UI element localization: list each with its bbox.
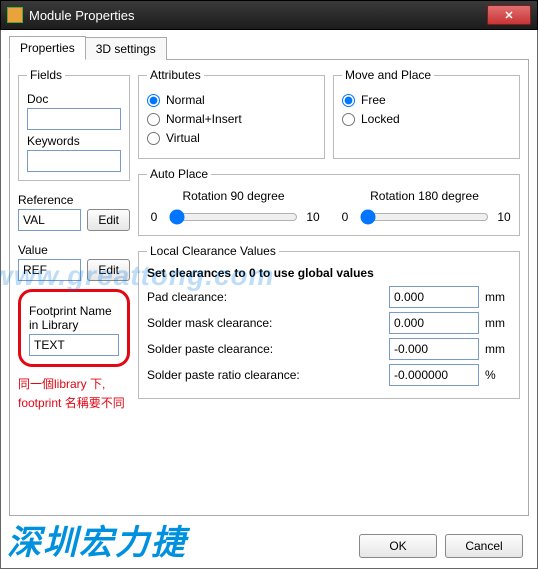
reference-edit-button[interactable]: Edit <box>87 209 130 231</box>
footprint-name-label: Footprint Name in Library <box>29 304 119 332</box>
clr-paste-input[interactable] <box>389 338 479 360</box>
tab-properties[interactable]: Properties <box>9 36 86 60</box>
attr-normal-input[interactable] <box>147 94 160 107</box>
attributes-legend: Attributes <box>147 68 204 82</box>
mp-locked-input[interactable] <box>342 113 355 126</box>
attr-normal-insert-label: Normal+Insert <box>166 112 242 126</box>
tab-bar: Properties 3D settings <box>9 36 529 60</box>
rot180-max: 10 <box>497 210 511 224</box>
attr-normal-insert-input[interactable] <box>147 113 160 126</box>
keywords-input[interactable] <box>27 150 121 172</box>
clr-row-paste: Solder paste clearance: mm <box>147 338 511 360</box>
autoplace-group: Auto Place Rotation 90 degree 0 10 Rotat… <box>138 167 520 236</box>
rot90-min: 0 <box>147 210 161 224</box>
annotation-text: 同一個library 下, footprint 名稱要不同 <box>18 375 130 413</box>
annotation-line2: footprint 名稱要不同 <box>18 394 130 413</box>
keywords-label: Keywords <box>27 134 121 148</box>
attr-virtual-label: Virtual <box>166 131 200 145</box>
cancel-button[interactable]: Cancel <box>445 534 523 558</box>
footprint-highlight-box: Footprint Name in Library <box>18 289 130 367</box>
clearance-hint: Set clearances to 0 to use global values <box>147 266 511 280</box>
close-button[interactable]: ✕ <box>487 5 531 25</box>
clr-row-mask: Solder mask clearance: mm <box>147 312 511 334</box>
value-block: Value Edit <box>18 239 130 281</box>
reference-block: Reference Edit <box>18 189 130 231</box>
reference-input[interactable] <box>18 209 81 231</box>
clearance-legend: Local Clearance Values <box>147 244 279 258</box>
client-area: Properties 3D settings Fields Doc Keywor… <box>0 30 538 569</box>
watermark-cn: 深圳宏力捷 <box>7 515 187 564</box>
value-input[interactable] <box>18 259 81 281</box>
clr-pasteratio-label: Solder paste ratio clearance: <box>147 368 383 382</box>
tab-3d-settings[interactable]: 3D settings <box>85 37 167 60</box>
annotation-line1: 同一個library 下, <box>18 375 130 394</box>
dialog-buttons: OK Cancel <box>359 534 523 558</box>
fields-legend: Fields <box>27 68 65 82</box>
rot90-block: Rotation 90 degree 0 10 <box>147 189 320 227</box>
rot90-slider[interactable] <box>169 209 298 225</box>
titlebar: Module Properties ✕ <box>0 0 538 30</box>
rot90-max: 10 <box>306 210 320 224</box>
clr-pasteratio-unit: % <box>485 368 511 382</box>
window-buttons: ✕ <box>487 5 531 25</box>
clr-pad-input[interactable] <box>389 286 479 308</box>
attributes-group: Attributes Normal Normal+Insert Virtual <box>138 68 325 159</box>
window-title: Module Properties <box>29 8 487 23</box>
rot180-min: 0 <box>338 210 352 224</box>
clr-row-pad: Pad clearance: mm <box>147 286 511 308</box>
attr-normal-insert-radio[interactable]: Normal+Insert <box>147 112 316 126</box>
clr-mask-label: Solder mask clearance: <box>147 316 383 330</box>
mp-locked-label: Locked <box>361 112 400 126</box>
clr-pad-unit: mm <box>485 290 511 304</box>
app-icon <box>7 7 23 23</box>
rot180-block: Rotation 180 degree 0 10 <box>338 189 511 227</box>
move-place-group: Move and Place Free Locked <box>333 68 520 159</box>
attr-normal-label: Normal <box>166 93 205 107</box>
mp-free-label: Free <box>361 93 386 107</box>
attr-normal-radio[interactable]: Normal <box>147 93 316 107</box>
move-place-legend: Move and Place <box>342 68 434 82</box>
mp-locked-radio[interactable]: Locked <box>342 112 511 126</box>
ok-button[interactable]: OK <box>359 534 437 558</box>
clr-paste-unit: mm <box>485 342 511 356</box>
value-label: Value <box>18 243 130 257</box>
top-row: Attributes Normal Normal+Insert Virtual <box>138 68 520 159</box>
attr-virtual-input[interactable] <box>147 132 160 145</box>
attr-virtual-radio[interactable]: Virtual <box>147 131 316 145</box>
doc-label: Doc <box>27 92 121 106</box>
value-edit-button[interactable]: Edit <box>87 259 130 281</box>
footprint-name-input[interactable] <box>29 334 119 356</box>
clr-mask-unit: mm <box>485 316 511 330</box>
rot90-label: Rotation 90 degree <box>147 189 320 203</box>
fields-group: Fields Doc Keywords <box>18 68 130 181</box>
clearance-group: Local Clearance Values Set clearances to… <box>138 244 520 399</box>
left-column: Fields Doc Keywords Reference Edit Value… <box>18 68 130 507</box>
doc-input[interactable] <box>27 108 121 130</box>
mp-free-radio[interactable]: Free <box>342 93 511 107</box>
mp-free-input[interactable] <box>342 94 355 107</box>
reference-label: Reference <box>18 193 130 207</box>
clr-pasteratio-input[interactable] <box>389 364 479 386</box>
clr-mask-input[interactable] <box>389 312 479 334</box>
rot180-slider[interactable] <box>360 209 489 225</box>
panel-body: Fields Doc Keywords Reference Edit Value… <box>9 60 529 516</box>
clr-paste-label: Solder paste clearance: <box>147 342 383 356</box>
clr-pad-label: Pad clearance: <box>147 290 383 304</box>
autoplace-legend: Auto Place <box>147 167 211 181</box>
rot180-label: Rotation 180 degree <box>338 189 511 203</box>
clr-row-paste-ratio: Solder paste ratio clearance: % <box>147 364 511 386</box>
right-column: Attributes Normal Normal+Insert Virtual <box>138 68 520 507</box>
